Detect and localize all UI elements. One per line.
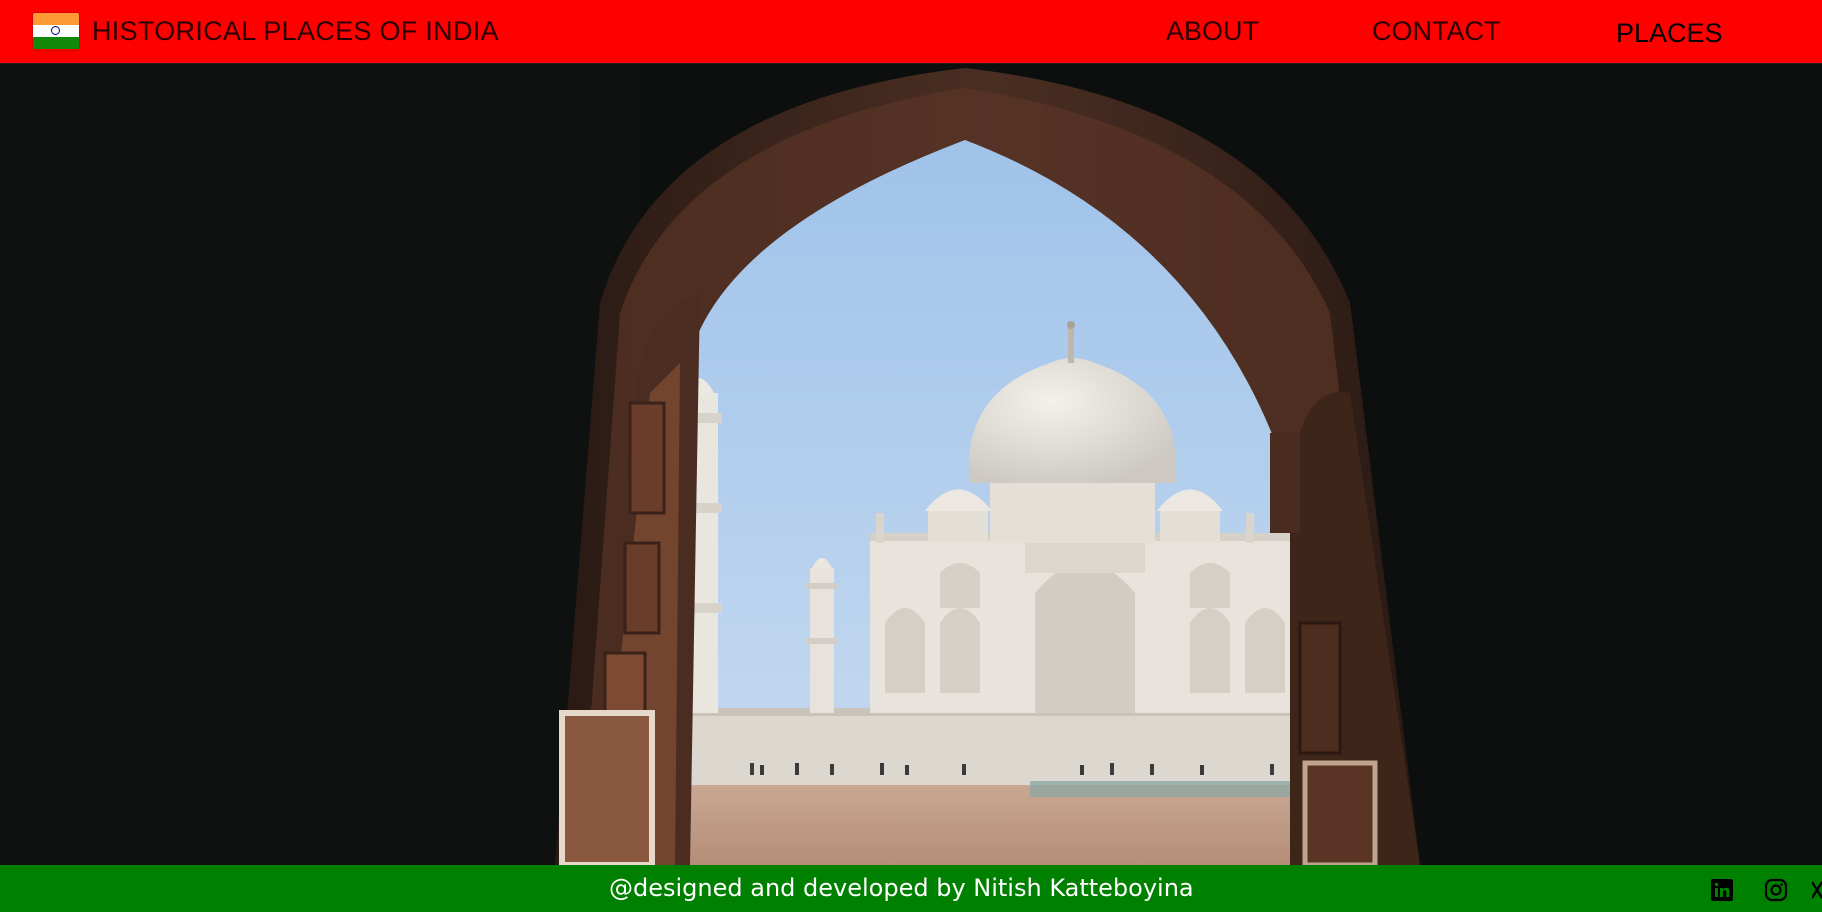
site-title: HISTORICAL PLACES OF INDIA bbox=[92, 15, 499, 46]
x-icon[interactable] bbox=[1812, 878, 1822, 902]
india-flag-icon bbox=[33, 12, 79, 50]
nav-places-link[interactable]: PLACES bbox=[1616, 2, 1723, 65]
nav-contact-link[interactable]: CONTACT bbox=[1372, 0, 1501, 63]
nav-contact-label[interactable]: CONTACT bbox=[1372, 16, 1501, 47]
nav-about-label[interactable]: ABOUT bbox=[1166, 16, 1259, 47]
instagram-icon[interactable] bbox=[1764, 878, 1788, 902]
footer-credit: @designed and developed by Nitish Katteb… bbox=[609, 874, 1194, 902]
nav-about-link[interactable]: ABOUT bbox=[1166, 0, 1259, 63]
linkedin-icon[interactable] bbox=[1710, 878, 1734, 902]
top-navbar: HISTORICAL PLACES OF INDIA ABOUT CONTACT… bbox=[0, 0, 1822, 64]
hero-background-video bbox=[0, 63, 1822, 865]
nav-places-label[interactable]: PLACES bbox=[1616, 18, 1723, 49]
footer-bar: @designed and developed by Nitish Katteb… bbox=[0, 865, 1822, 912]
taj-mahal-through-arch-scene bbox=[0, 63, 1822, 865]
brand[interactable]: HISTORICAL PLACES OF INDIA bbox=[33, 11, 499, 51]
